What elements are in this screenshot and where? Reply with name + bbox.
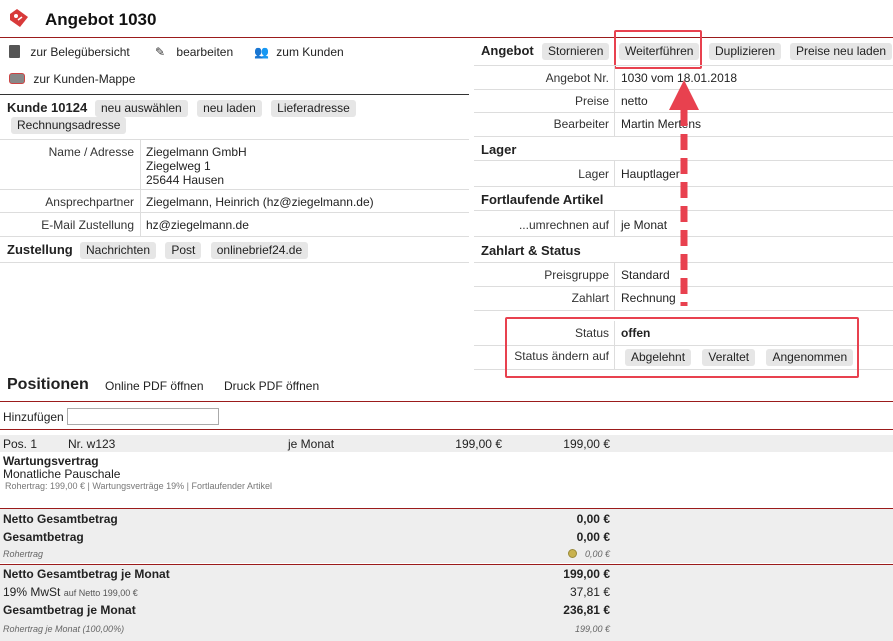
- customer-link[interactable]: 👥 zum Kunden: [254, 44, 344, 59]
- position-number: Pos. 1: [3, 437, 38, 451]
- editor-label: Bearbeiter: [553, 117, 609, 131]
- customer-folder-link[interactable]: zur Kunden-Mappe: [9, 71, 135, 86]
- position-total: 199,00 €: [563, 437, 610, 451]
- margin-month-value: 199,00 €: [574, 624, 610, 634]
- stock-title: Lager: [481, 142, 517, 157]
- net-total-value: 0,00 €: [576, 512, 610, 526]
- contact-label: Ansprechpartner: [45, 195, 134, 209]
- positions-title: Positionen: [7, 376, 89, 393]
- duplicate-button[interactable]: Duplizieren: [709, 43, 782, 60]
- continue-highlight: [614, 30, 702, 69]
- position-article-number: Nr. w123: [68, 437, 116, 451]
- add-position-input[interactable]: [67, 408, 219, 425]
- totals-block: [0, 508, 893, 563]
- payment-title: Zahlart & Status: [481, 243, 581, 258]
- net-month-label: Netto Gesamtbetrag je Monat: [3, 567, 170, 581]
- margin-month-label: Rohertrag je Monat (100,00%): [3, 624, 125, 634]
- overview-link[interactable]: zur Belegübersicht: [9, 44, 130, 59]
- name-line-2: Ziegelweg 1: [146, 159, 211, 173]
- position-name: Wartungsvertrag: [3, 454, 99, 468]
- edit-link[interactable]: ✎ bearbeiten: [155, 44, 233, 59]
- gross-total-value: 0,00 €: [576, 530, 610, 544]
- cancel-offer-button[interactable]: Stornieren: [542, 43, 610, 60]
- folder-icon: [9, 73, 25, 85]
- email-label: E-Mail Zustellung: [41, 218, 134, 232]
- stock-label: Lager: [578, 167, 609, 181]
- onlinebrief-button[interactable]: onlinebrief24.de: [210, 242, 309, 259]
- page-title: Angebot 1030: [45, 10, 157, 29]
- net-month-value: 199,00 €: [563, 567, 610, 581]
- post-button[interactable]: Post: [165, 242, 202, 259]
- margin-value: 0,00 €: [584, 549, 610, 559]
- annotation-arrow-icon: [669, 80, 699, 306]
- name-label: Name / Adresse: [48, 145, 134, 159]
- payment-method-label: Zahlart: [571, 291, 609, 305]
- name-line-3: 25644 Hausen: [146, 173, 225, 187]
- delivery-title: Zustellung: [7, 242, 73, 257]
- vat-label: 19% MwSt auf Netto 199,00 €: [3, 585, 138, 599]
- select-new-button[interactable]: neu auswählen: [95, 100, 188, 117]
- margin-label: Rohertrag: [3, 549, 44, 559]
- price-value: netto: [621, 94, 648, 108]
- vat-note: auf Netto 199,00 €: [63, 588, 138, 598]
- customer-title: Kunde 10124: [7, 100, 88, 115]
- gross-total-label: Gesamtbetrag: [3, 530, 84, 544]
- gross-month-label: Gesamtbetrag je Monat: [3, 603, 136, 617]
- position-meta: Rohertrag: 199,00 € | Wartungsverträge 1…: [5, 481, 272, 491]
- app-logo-icon: [8, 8, 30, 28]
- pencil-icon: ✎: [155, 44, 166, 59]
- vat-value: 37,81 €: [569, 585, 610, 599]
- position-description: Monatliche Pauschale: [3, 467, 121, 481]
- messages-button[interactable]: Nachrichten: [80, 242, 157, 259]
- gross-month-value: 236,81 €: [563, 603, 610, 617]
- billing-address-button[interactable]: Rechnungsadresse: [11, 117, 127, 134]
- users-icon: 👥: [254, 44, 269, 59]
- offer-title: Angebot: [481, 43, 534, 58]
- recurring-label: ...umrechnen auf: [518, 218, 609, 232]
- email-value: hz@ziegelmann.de: [146, 218, 249, 232]
- print-pdf-link[interactable]: Druck PDF öffnen: [224, 379, 319, 393]
- price-label: Preise: [574, 94, 609, 108]
- add-label: Hinzufügen: [3, 410, 64, 424]
- name-line-1: Ziegelmann GmbH: [146, 145, 247, 159]
- offer-number-label: Angebot Nr.: [545, 71, 609, 85]
- position-interval: je Monat: [288, 437, 335, 451]
- reload-button[interactable]: neu laden: [197, 100, 262, 117]
- contact-value: Ziegelmann, Heinrich (hz@ziegelmann.de): [146, 195, 374, 209]
- net-total-label: Netto Gesamtbetrag: [3, 512, 118, 526]
- price-group-value: Standard: [621, 268, 670, 282]
- status-highlight: [505, 317, 859, 378]
- reload-prices-button[interactable]: Preise neu laden: [790, 43, 893, 60]
- recurring-title: Fortlaufende Artikel: [481, 192, 604, 207]
- document-icon: [9, 45, 20, 59]
- delivery-address-button[interactable]: Lieferadresse: [271, 100, 356, 117]
- recurring-value: je Monat: [621, 218, 668, 232]
- online-pdf-link[interactable]: Online PDF öffnen: [105, 379, 204, 393]
- position-price: 199,00 €: [455, 437, 502, 451]
- price-group-label: Preisgruppe: [544, 268, 609, 282]
